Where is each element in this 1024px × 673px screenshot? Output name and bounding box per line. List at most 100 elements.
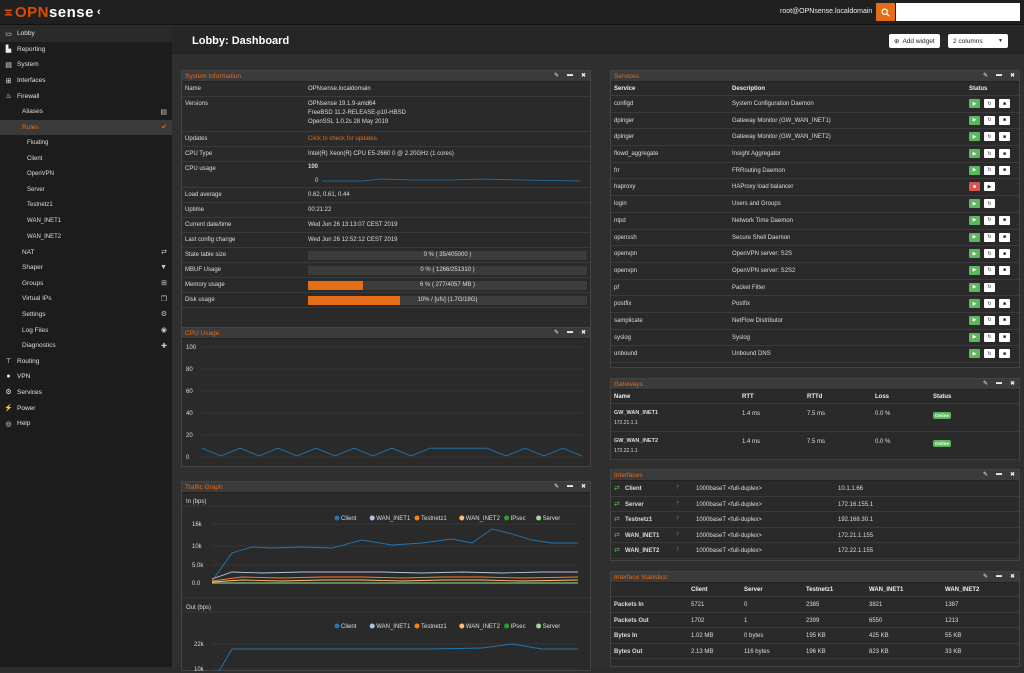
service-running-button[interactable]: ▶ <box>969 349 980 359</box>
opnsense-logo[interactable]: OPNsense <box>4 3 94 22</box>
sidebar-item-system[interactable]: ▤ System <box>0 57 172 73</box>
restart-icon[interactable]: ↻ <box>984 315 995 325</box>
restart-icon[interactable]: ↻ <box>984 265 995 275</box>
legend-dot[interactable] <box>504 515 510 521</box>
interface-row[interactable]: ⇄ Client ↑ 1000baseT <full-duplex> 10.1.1.66 <box>611 481 1019 497</box>
minimize-icon[interactable]: ▬ <box>567 72 573 79</box>
service-running-button[interactable]: ▶ <box>969 215 980 225</box>
sidebar-item-groups[interactable]: Groups ⊞ <box>0 276 172 292</box>
sidebar-item-shaper[interactable]: Shaper ▼ <box>0 260 172 276</box>
sidebar-item-rules-wan-inet1[interactable]: WAN_INET1 <box>0 213 172 229</box>
restart-icon[interactable]: ↻ <box>984 99 995 108</box>
sidebar-item-aliases[interactable]: Aliases ▤ <box>0 104 172 120</box>
sidebar-item-nat[interactable]: NAT ⇄ <box>0 244 172 260</box>
edit-icon[interactable]: ✎ <box>983 380 988 387</box>
sidebar-item-settings[interactable]: Settings ⚙ <box>0 307 172 323</box>
service-running-button[interactable]: ▶ <box>969 282 980 292</box>
interface-row[interactable]: ⇄ Testnetz1 ↑ 1000baseT <full-duplex> 192.16… <box>611 512 1019 528</box>
legend-dot[interactable] <box>536 515 542 521</box>
stop-icon[interactable]: ■ <box>999 149 1010 159</box>
restart-icon[interactable]: ↻ <box>984 215 995 225</box>
minimize-icon[interactable]: ▬ <box>996 573 1002 580</box>
service-running-button[interactable]: ▶ <box>969 232 980 242</box>
stop-icon[interactable]: ■ <box>999 249 1010 259</box>
restart-icon[interactable]: ↻ <box>984 249 995 259</box>
sidebar-item-rules-openvpn[interactable]: OpenVPN <box>0 166 172 182</box>
legend-dot[interactable] <box>414 515 420 521</box>
restart-icon[interactable]: ↻ <box>984 299 995 309</box>
legend-dot[interactable] <box>459 623 465 629</box>
minimize-icon[interactable]: ▬ <box>567 483 573 490</box>
minimize-icon[interactable]: ▬ <box>567 329 573 336</box>
service-running-button[interactable]: ▶ <box>969 99 980 108</box>
sidebar-item-lobby[interactable]: ▭ Lobby <box>0 26 172 42</box>
legend-dot[interactable] <box>459 515 465 521</box>
search-button[interactable] <box>876 3 895 21</box>
service-running-button[interactable]: ▶ <box>969 299 980 309</box>
sidebar-item-firewall[interactable]: ♨ Firewall <box>0 88 172 104</box>
sidebar-item-help[interactable]: ◎ Help <box>0 416 172 432</box>
sidebar-item-services[interactable]: ⚙ Services <box>0 385 172 401</box>
service-stopped-button[interactable]: ■ <box>969 182 980 192</box>
service-running-button[interactable]: ▶ <box>969 115 980 125</box>
collapse-sidebar-icon[interactable]: ‹ <box>97 6 101 18</box>
service-running-button[interactable]: ▶ <box>969 132 980 142</box>
stop-icon[interactable]: ■ <box>999 299 1010 309</box>
close-icon[interactable]: ✖ <box>1010 471 1015 478</box>
sidebar-item-reporting[interactable]: ▙ Reporting <box>0 42 172 58</box>
minimize-icon[interactable]: ▬ <box>996 380 1002 387</box>
service-running-button[interactable]: ▶ <box>969 315 980 325</box>
restart-icon[interactable]: ↻ <box>984 232 995 242</box>
close-icon[interactable]: ✖ <box>581 329 586 336</box>
minimize-icon[interactable]: ▬ <box>996 471 1002 478</box>
interface-row[interactable]: ⇄ Server ↑ 1000baseT <full-duplex> 172.16.15… <box>611 497 1019 513</box>
sidebar-item-log-files[interactable]: Log Files ◉ <box>0 322 172 338</box>
service-running-button[interactable]: ▶ <box>969 249 980 259</box>
stop-icon[interactable]: ■ <box>999 315 1010 325</box>
check-updates-link[interactable]: Click to check for updates. <box>308 136 378 142</box>
edit-icon[interactable]: ✎ <box>983 573 988 580</box>
sidebar-item-rules-wan-inet2[interactable]: WAN_INET2 <box>0 229 172 245</box>
interface-row[interactable]: ⇄ WAN_INET2 ↑ 1000baseT <full-duplex> 172.22… <box>611 543 1019 559</box>
stop-icon[interactable]: ■ <box>999 349 1010 359</box>
close-icon[interactable]: ✖ <box>581 483 586 490</box>
stop-icon[interactable]: ■ <box>999 215 1010 225</box>
interface-row[interactable]: ⇄ WAN_INET1 ↑ 1000baseT <full-duplex> 172.21… <box>611 528 1019 544</box>
service-running-button[interactable]: ▶ <box>969 165 980 175</box>
sidebar-item-routing[interactable]: ⊤ Routing <box>0 353 172 369</box>
sidebar-item-diagnostics[interactable]: Diagnostics ✚ <box>0 338 172 354</box>
service-running-button[interactable]: ▶ <box>969 332 980 342</box>
edit-icon[interactable]: ✎ <box>554 329 559 336</box>
service-running-button[interactable]: ▶ <box>969 199 980 209</box>
legend-dot[interactable] <box>369 623 375 629</box>
close-icon[interactable]: ✖ <box>1010 72 1015 79</box>
restart-icon[interactable]: ↻ <box>984 165 995 175</box>
service-running-button[interactable]: ▶ <box>969 265 980 275</box>
sidebar-item-interfaces[interactable]: ⊞ Interfaces <box>0 73 172 89</box>
columns-select[interactable]: 2 columns ▼ <box>948 34 1008 48</box>
sidebar-item-rules-floating[interactable]: Floating <box>0 135 172 151</box>
stop-icon[interactable]: ■ <box>999 165 1010 175</box>
restart-icon[interactable]: ↻ <box>984 332 995 342</box>
restart-icon[interactable]: ↻ <box>984 282 995 292</box>
edit-icon[interactable]: ✎ <box>983 471 988 478</box>
sidebar-item-power[interactable]: ⚡ Power <box>0 400 172 416</box>
legend-dot[interactable] <box>334 515 340 521</box>
stop-icon[interactable]: ■ <box>999 332 1010 342</box>
stop-icon[interactable]: ■ <box>999 132 1010 142</box>
close-icon[interactable]: ✖ <box>1010 573 1015 580</box>
edit-icon[interactable]: ✎ <box>983 72 988 79</box>
service-running-button[interactable]: ▶ <box>969 149 980 159</box>
add-widget-button[interactable]: ⊕ Add widget <box>889 34 940 48</box>
legend-dot[interactable] <box>334 623 340 629</box>
sidebar-item-rules[interactable]: Rules ✔ <box>0 119 172 136</box>
minimize-icon[interactable]: ▬ <box>996 72 1002 79</box>
sidebar-item-virtual-ips[interactable]: Virtual IPs ❐ <box>0 291 172 307</box>
edit-icon[interactable]: ✎ <box>554 483 559 490</box>
user-label[interactable]: root@OPNsense.localdomain <box>780 8 872 15</box>
stop-icon[interactable]: ■ <box>999 99 1010 108</box>
stop-icon[interactable]: ■ <box>999 115 1010 125</box>
restart-icon[interactable]: ↻ <box>984 199 995 209</box>
sidebar-item-rules-testnetz1[interactable]: Testnetz1 <box>0 198 172 214</box>
restart-icon[interactable]: ↻ <box>984 132 995 142</box>
